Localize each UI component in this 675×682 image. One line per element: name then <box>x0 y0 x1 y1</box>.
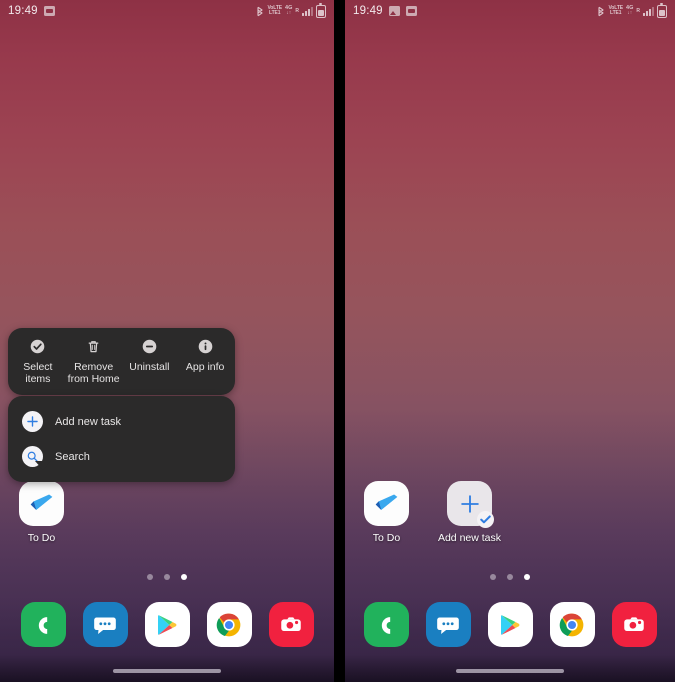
page-dot[interactable] <box>490 574 496 580</box>
volte-icon: VoLTE LTE1 <box>608 5 624 16</box>
action-remove-from-home[interactable]: Remove from Home <box>66 338 122 385</box>
todo-check-badge-icon <box>477 511 494 528</box>
minus-circle-icon <box>141 338 158 355</box>
home-screen-grid: To Do <box>0 481 334 545</box>
home-screen-grid: To Do Add new task <box>345 481 675 545</box>
messages-icon[interactable] <box>82 602 128 647</box>
home-icon-label: Add new task <box>437 532 502 544</box>
battery-icon <box>657 3 667 18</box>
play-store-icon[interactable] <box>144 602 190 647</box>
app-action-bar: Select items Remove from Home Uninstall … <box>8 328 235 395</box>
home-icon-label: To Do <box>27 532 56 544</box>
page-indicator <box>345 574 675 580</box>
home-icon-label: To Do <box>372 532 401 544</box>
clock: 19:49 <box>8 5 38 17</box>
status-bar: 19:49 VoLTE LTE1 4G ↓↑ R <box>345 0 675 22</box>
bluetooth-icon <box>597 6 605 17</box>
status-bar-right: VoLTE LTE1 4G ↓↑ R <box>256 3 326 18</box>
roaming-icon: R <box>295 8 299 14</box>
status-bar-left: 19:49 <box>8 5 55 17</box>
messages-icon[interactable] <box>425 602 471 647</box>
image-notification-icon <box>388 6 400 16</box>
status-bar-right: VoLTE LTE1 4G ↓↑ R <box>597 3 667 18</box>
signal-bars-icon <box>302 6 313 16</box>
camera-icon[interactable] <box>611 602 657 647</box>
nav-handle[interactable] <box>456 669 564 673</box>
left-phone-panel: 19:49 VoLTE LTE1 4G ↓↑ R Select items Re… <box>0 0 334 682</box>
home-icon-to-do[interactable]: To Do <box>0 481 83 545</box>
page-indicator <box>0 574 334 580</box>
shortcut-add-new-task[interactable]: Add new task <box>8 404 235 439</box>
play-store-icon[interactable] <box>487 602 533 647</box>
action-label: Select items <box>23 361 53 385</box>
action-select-items[interactable]: Select items <box>10 338 66 385</box>
4g-icon: 4G ↓↑ <box>626 4 634 17</box>
trash-icon <box>85 338 102 355</box>
volte-icon: VoLTE LTE1 <box>267 5 283 16</box>
add-task-icon <box>447 481 494 528</box>
bluetooth-icon <box>256 6 264 17</box>
screenshot-root: 19:49 VoLTE LTE1 4G ↓↑ R Select items Re… <box>0 0 675 682</box>
plus-icon <box>22 411 43 432</box>
nav-handle[interactable] <box>113 669 221 673</box>
info-circle-icon <box>197 338 214 355</box>
badge-notification-icon <box>405 6 417 16</box>
action-label: Uninstall <box>129 361 170 373</box>
clock: 19:49 <box>353 5 383 17</box>
todo-check-icon <box>19 481 64 526</box>
shortcut-label: Search <box>55 450 90 463</box>
page-dot[interactable] <box>164 574 170 580</box>
action-app-info[interactable]: App info <box>177 338 233 385</box>
check-circle-icon <box>29 338 46 355</box>
status-bar: 19:49 VoLTE LTE1 4G ↓↑ R <box>0 0 334 22</box>
shortcut-label: Add new task <box>55 415 122 428</box>
phone-icon[interactable] <box>363 602 409 647</box>
signal-bars-icon <box>643 6 654 16</box>
dock <box>345 602 675 647</box>
camera-icon[interactable] <box>268 602 314 647</box>
page-dot[interactable] <box>147 574 153 580</box>
gesture-nav-bar <box>345 660 675 682</box>
status-bar-left: 19:49 <box>353 5 417 17</box>
right-phone-panel: 19:49 VoLTE LTE1 4G ↓↑ R To Do Add new t… <box>345 0 675 682</box>
popup-pointer <box>35 461 51 470</box>
chrome-icon[interactable] <box>549 602 595 647</box>
page-dot-active[interactable] <box>181 574 187 580</box>
action-label: App info <box>185 361 225 373</box>
todo-check-icon <box>364 481 409 526</box>
page-dot[interactable] <box>507 574 513 580</box>
action-label: Remove from Home <box>67 361 120 385</box>
dock <box>0 602 334 647</box>
4g-icon: 4G ↓↑ <box>285 4 293 17</box>
panel-divider <box>334 0 345 682</box>
home-icon-to-do[interactable]: To Do <box>345 481 428 545</box>
battery-icon <box>316 3 326 18</box>
phone-icon[interactable] <box>20 602 66 647</box>
action-uninstall[interactable]: Uninstall <box>122 338 178 385</box>
gesture-nav-bar <box>0 660 334 682</box>
home-icon-add-new-task[interactable]: Add new task <box>428 481 511 545</box>
badge-notification-icon <box>43 6 55 16</box>
page-dot-active[interactable] <box>524 574 530 580</box>
roaming-icon: R <box>636 8 640 14</box>
chrome-icon[interactable] <box>206 602 252 647</box>
